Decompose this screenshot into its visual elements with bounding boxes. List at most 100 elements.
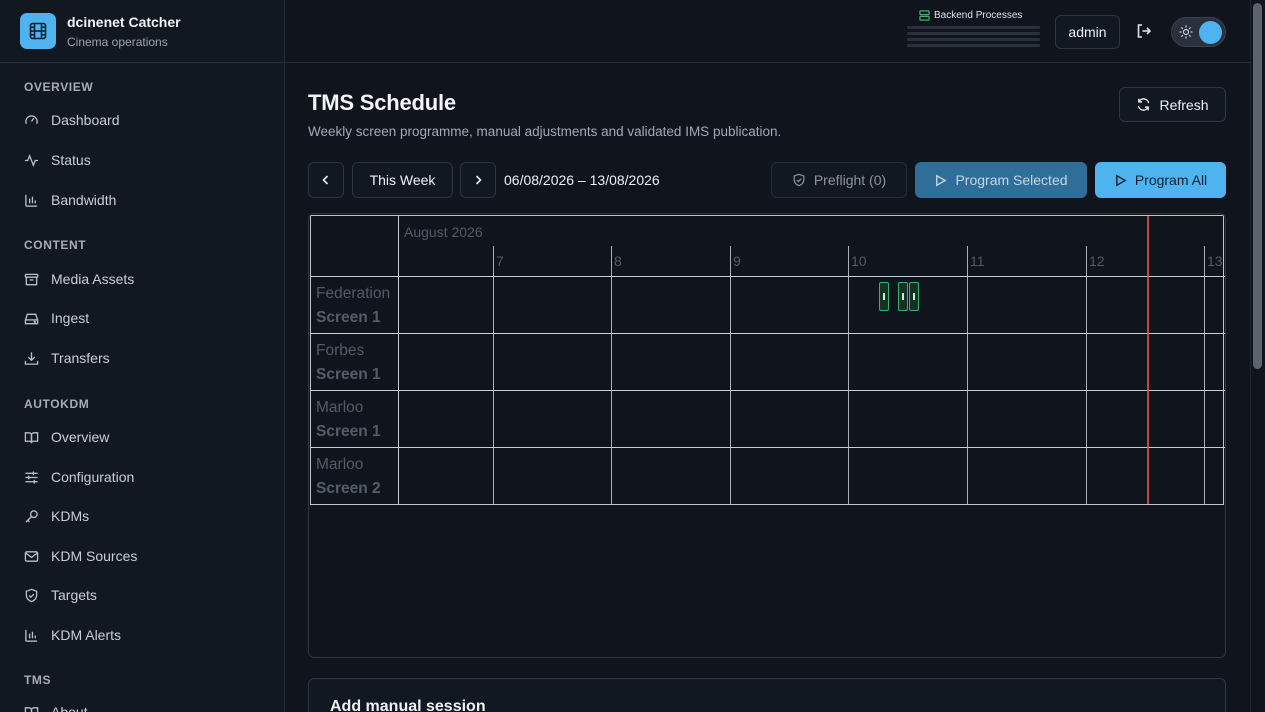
section-title-content: CONTENT <box>24 238 87 252</box>
backend-processes[interactable]: Backend Processes <box>907 9 1040 50</box>
sidebar-item-status[interactable]: Status <box>24 150 91 170</box>
book-icon <box>24 706 39 712</box>
day-divider <box>730 246 731 504</box>
scrollbar-thumb[interactable] <box>1253 3 1262 369</box>
day-label: 8 <box>614 253 622 269</box>
server-icon <box>919 9 930 21</box>
sidebar-item-label: Ingest <box>51 310 90 326</box>
sun-icon <box>1179 25 1193 39</box>
day-label: 12 <box>1089 253 1105 269</box>
day-divider <box>493 246 494 504</box>
screen-name: Screen 1 <box>316 366 381 383</box>
topbar: Backend Processes admin <box>285 0 1250 63</box>
site-name: Forbes <box>316 342 365 359</box>
sidebar-item-overview[interactable]: Overview <box>24 427 109 447</box>
bar-chart-icon <box>25 629 38 642</box>
page-title: TMS Schedule <box>308 90 456 115</box>
day-divider <box>1204 246 1205 504</box>
sidebar-item-label: Configuration <box>51 469 135 485</box>
user-menu-button[interactable]: admin <box>1055 15 1120 49</box>
book-icon <box>24 431 39 443</box>
session-event[interactable] <box>879 282 889 311</box>
current-time-indicator <box>1147 216 1149 504</box>
program-all-label: Program All <box>1134 172 1208 188</box>
key-icon <box>25 509 38 523</box>
refresh-icon <box>1138 98 1150 111</box>
brand-subtitle: Cinema operations <box>67 34 168 49</box>
shield-icon <box>25 588 38 602</box>
sidebar: dcinenet Catcher Cinema operations OVERV… <box>0 0 285 712</box>
this-week-button[interactable]: This Week <box>352 162 453 198</box>
play-icon <box>1115 173 1127 187</box>
activity-icon <box>24 153 39 167</box>
backend-process-bars <box>907 26 1040 47</box>
session-event[interactable] <box>909 282 919 311</box>
resource-column-divider <box>398 216 399 504</box>
day-divider <box>1086 246 1087 504</box>
resource-row-marloo-screen-2: Marloo Screen 2 <box>316 453 381 501</box>
film-icon <box>20 13 56 49</box>
archive-icon <box>24 273 39 285</box>
brand[interactable]: dcinenet Catcher Cinema operations <box>0 0 284 63</box>
month-label: August 2026 <box>404 224 483 240</box>
date-range: 06/08/2026 – 13/08/2026 <box>504 172 660 188</box>
sidebar-item-label: Dashboard <box>51 112 120 128</box>
refresh-label: Refresh <box>1159 96 1209 113</box>
schedule-calendar: August 2026 7 8 9 10 11 12 13 Federation… <box>308 213 1226 658</box>
row-divider <box>311 276 1225 277</box>
program-all-button[interactable]: Program All <box>1095 162 1226 198</box>
site-name: Marloo <box>316 399 364 416</box>
sidebar-item-label: Status <box>51 152 91 168</box>
day-divider <box>967 246 968 504</box>
sidebar-item-media-assets[interactable]: Media Assets <box>24 269 134 289</box>
day-label: 7 <box>496 253 504 269</box>
sidebar-item-ingest[interactable]: Ingest <box>24 308 89 328</box>
program-selected-button[interactable]: Program Selected <box>915 162 1087 198</box>
sidebar-item-label: Transfers <box>51 350 110 366</box>
logout-icon[interactable] <box>1135 22 1153 40</box>
session-event[interactable] <box>898 282 908 311</box>
sidebar-item-bandwidth[interactable]: Bandwidth <box>24 190 116 210</box>
preflight-button[interactable]: Preflight (0) <box>771 162 907 198</box>
next-week-button[interactable] <box>460 162 496 198</box>
add-manual-session-title: Add manual session <box>330 698 486 712</box>
program-selected-label: Program Selected <box>955 172 1068 188</box>
refresh-button[interactable]: Refresh <box>1119 87 1226 122</box>
timeline-grid[interactable]: August 2026 7 8 9 10 11 12 13 Federation… <box>310 215 1225 505</box>
sidebar-item-label: Bandwidth <box>51 192 117 208</box>
add-manual-session-card: Add manual session <box>308 678 1226 712</box>
shield-icon <box>793 173 805 187</box>
theme-toggle-knob <box>1199 21 1222 44</box>
resource-row-federation-screen-1: Federation Screen 1 <box>316 282 390 330</box>
day-divider <box>848 246 849 504</box>
backend-processes-label: Backend Processes <box>934 9 1023 21</box>
section-title-tms: TMS <box>24 673 52 687</box>
row-divider <box>311 390 1225 391</box>
sidebar-item-targets[interactable]: Targets <box>24 585 97 605</box>
brand-title: dcinenet Catcher <box>67 13 181 30</box>
site-name: Federation <box>316 285 391 302</box>
sidebar-item-transfers[interactable]: Transfers <box>24 348 110 368</box>
day-divider <box>611 246 612 504</box>
sidebar-item-about[interactable]: About <box>24 702 88 712</box>
sidebar-item-kdms[interactable]: KDMs <box>24 506 89 526</box>
sidebar-item-kdm-sources[interactable]: KDM Sources <box>24 546 137 566</box>
prev-week-button[interactable] <box>308 162 344 198</box>
row-divider <box>311 447 1225 448</box>
screen-name: Screen 1 <box>316 309 381 326</box>
sidebar-item-configuration[interactable]: Configuration <box>24 467 134 487</box>
screen-name: Screen 2 <box>316 480 381 497</box>
sidebar-item-label: KDM Alerts <box>51 627 122 643</box>
sidebar-item-label: Targets <box>51 587 97 603</box>
download-icon <box>24 351 39 365</box>
play-icon <box>936 173 948 187</box>
bar-chart-icon <box>25 194 38 207</box>
sidebar-item-kdm-alerts[interactable]: KDM Alerts <box>24 625 121 645</box>
day-label: 10 <box>851 253 867 269</box>
day-label: 11 <box>970 253 985 269</box>
theme-toggle[interactable] <box>1171 17 1226 47</box>
sidebar-item-dashboard[interactable]: Dashboard <box>24 110 120 130</box>
row-divider <box>311 333 1225 334</box>
sidebar-item-label: About <box>51 704 88 712</box>
chevron-right-icon <box>475 175 482 185</box>
